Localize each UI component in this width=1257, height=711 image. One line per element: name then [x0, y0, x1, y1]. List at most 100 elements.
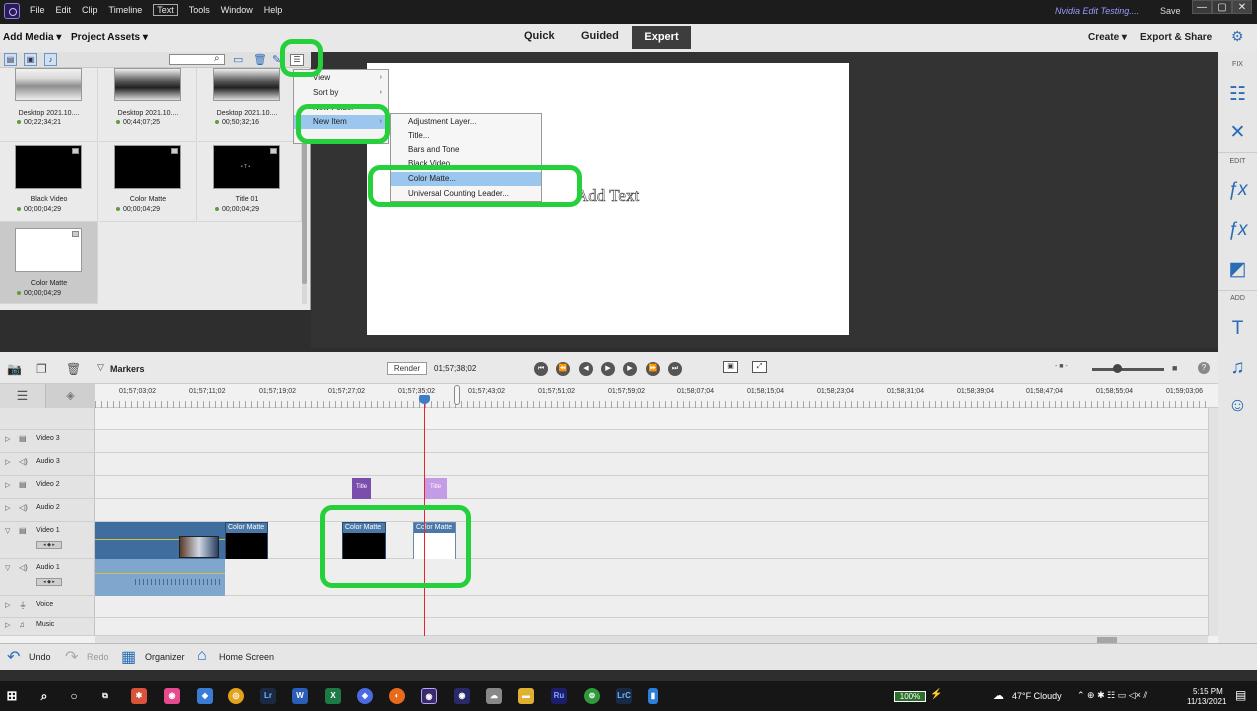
battery-indicator[interactable]: 100% — [894, 691, 926, 702]
track-voice[interactable]: ▷ ⏚ Voice — [0, 596, 1208, 618]
organizer-button[interactable]: Organizer — [145, 652, 185, 662]
filter-audio-icon[interactable]: ♪ — [44, 53, 57, 66]
asset-item-selected[interactable]: Color Matte 00;00;04;29 — [0, 222, 98, 304]
new-folder-icon[interactable]: ▭ — [233, 53, 243, 66]
playhead-handle[interactable] — [419, 395, 430, 404]
app-icon[interactable]: ◈ — [357, 688, 373, 704]
lightroom-classic-icon[interactable]: LrC — [616, 688, 632, 704]
task-view-icon[interactable]: ⧉ — [97, 688, 113, 704]
transition-icon[interactable]: ◩ — [1218, 258, 1257, 281]
search-icon[interactable]: ⌕ — [36, 688, 52, 704]
app-icon[interactable]: ◉ — [164, 688, 180, 704]
camera-icon[interactable]: 📷 — [7, 362, 22, 376]
zoom-out-icon[interactable]: - ■ - — [1055, 363, 1068, 370]
markers-label[interactable]: Markers — [110, 364, 145, 374]
asset-item[interactable]: Desktop 2021.10.... 00;22;34;21 — [0, 68, 98, 142]
app-icon[interactable]: ⊜ — [584, 688, 600, 704]
fullscreen-icon[interactable]: ⤢ — [752, 361, 767, 373]
delete-icon[interactable]: 🗑 — [253, 53, 267, 66]
video-clip-desktop[interactable] — [95, 522, 225, 559]
track-video-3[interactable]: ▷ ▤ Video 3 — [0, 430, 1208, 453]
help-icon[interactable]: ? — [1198, 362, 1210, 374]
zoom-in-icon[interactable]: ■ — [1172, 363, 1177, 373]
monitor-title-text[interactable]: Add Text — [576, 186, 640, 206]
menu-edit[interactable]: Edit — [56, 5, 72, 16]
graphics-icon[interactable]: ☺ — [1218, 395, 1257, 417]
clock-time[interactable]: 5:15 PM — [1193, 687, 1223, 696]
go-to-start-icon[interactable]: ⏮ — [534, 362, 548, 376]
menu-timeline[interactable]: Timeline — [109, 5, 143, 16]
trash-icon[interactable]: 🗑 — [66, 362, 81, 376]
tab-expert[interactable]: Expert — [632, 26, 691, 49]
color-matte-clip[interactable]: Color Matte — [225, 522, 268, 559]
expand-icon[interactable]: ▷ — [5, 481, 10, 489]
file-explorer-icon[interactable]: ▬ — [518, 688, 534, 704]
menu-help[interactable]: Help — [264, 5, 283, 16]
menu-clip[interactable]: Clip — [82, 5, 98, 16]
menu-file[interactable]: File — [30, 5, 45, 16]
timeline-vertical-scrollbar[interactable] — [1208, 408, 1218, 636]
lightroom-icon[interactable]: Lr — [260, 688, 276, 704]
filter-image-icon[interactable]: ▣ — [24, 53, 37, 66]
home-screen-button[interactable]: Home Screen — [219, 652, 274, 662]
menu-tools[interactable]: Tools — [189, 5, 210, 16]
frame-back-icon[interactable]: ◀ — [579, 362, 593, 376]
fx-edit-icon[interactable]: ƒx — [1218, 179, 1257, 201]
maximize-button[interactable]: ▢ — [1212, 0, 1232, 14]
power-icon[interactable]: ⚡ — [930, 689, 942, 700]
zoom-slider-knob[interactable] — [1113, 364, 1122, 373]
rush-icon[interactable]: Ru — [551, 688, 567, 704]
title-text-icon[interactable]: T — [1218, 318, 1257, 340]
timeline-ruler[interactable]: ☰ ◈ 01;57;03;02 01;57;11;02 01;57;19;02 01;… — [0, 384, 1218, 408]
step-back-icon[interactable]: ⏪ — [556, 362, 570, 376]
redo-icon[interactable]: ↷ — [65, 647, 78, 667]
adjust-sliders-icon[interactable]: ☷ — [1218, 83, 1257, 106]
audio-clip[interactable] — [95, 559, 225, 596]
asset-item[interactable]: Color Matte 00;00;04;29 — [99, 142, 197, 222]
track-options-icon[interactable]: ☰ — [0, 384, 46, 408]
save-button[interactable]: Save — [1160, 6, 1181, 16]
word-icon[interactable]: W — [292, 688, 308, 704]
project-assets-button[interactable]: Project Assets ▾ — [71, 32, 148, 43]
audio-waveform-icon[interactable]: ◈ — [46, 384, 95, 408]
play-icon[interactable]: ▶ — [601, 362, 615, 376]
render-button[interactable]: Render — [387, 362, 427, 375]
premiere-elements-icon[interactable]: ◉ — [421, 688, 437, 704]
tab-quick[interactable]: Quick — [524, 30, 555, 42]
clock-date[interactable]: 11/13/2021 — [1187, 697, 1226, 706]
marker-icon[interactable]: ▽ — [97, 362, 104, 373]
system-tray-icons[interactable]: ⌃ ⊕ ✱ ☷ ▭ ◁× ⫽ — [1077, 690, 1147, 701]
gear-icon[interactable]: ⚙ — [1231, 28, 1244, 45]
tools-icon[interactable]: ✕ — [1218, 121, 1257, 144]
app-icon[interactable]: ✱ — [131, 688, 147, 704]
add-media-button[interactable]: Add Media ▾ — [3, 32, 61, 43]
zoom-slider[interactable] — [1092, 368, 1164, 371]
expand-icon[interactable]: ▷ — [5, 601, 10, 609]
undo-icon[interactable]: ↶ — [7, 647, 20, 667]
app-icon[interactable]: ◆ — [197, 688, 213, 704]
app-icon[interactable]: ☁ — [486, 688, 502, 704]
undo-button[interactable]: Undo — [29, 652, 51, 662]
expand-icon[interactable]: ▷ — [5, 504, 10, 512]
track-keyframe-controls[interactable]: ◂ ◆ ▸ — [36, 541, 62, 549]
submenu-adjustment-layer[interactable]: Adjustment Layer... — [391, 115, 541, 129]
track-keyframe-controls[interactable]: ◂ ◆ ▸ — [36, 578, 62, 586]
windows-start-icon[interactable]: ⊞ — [4, 688, 20, 704]
step-forward-icon[interactable]: ⏩ — [646, 362, 660, 376]
copy-icon[interactable]: ❐ — [36, 362, 47, 376]
search-icon[interactable]: ⌕ — [214, 53, 220, 64]
excel-icon[interactable]: X — [325, 688, 341, 704]
cortana-icon[interactable]: ○ — [66, 688, 82, 704]
submenu-bars-and-tone[interactable]: Bars and Tone — [391, 143, 541, 157]
collapse-icon[interactable]: ▽ — [5, 527, 10, 535]
app-icon[interactable]: ◐ — [389, 688, 405, 704]
minimize-button[interactable]: — — [1192, 0, 1212, 14]
collapse-icon[interactable]: ▽ — [5, 564, 10, 572]
notification-icon[interactable]: ▤ — [1235, 688, 1246, 702]
create-button[interactable]: Create ▾ — [1088, 32, 1127, 43]
submenu-title[interactable]: Title... — [391, 129, 541, 143]
safe-margin-icon[interactable]: ▣ — [723, 361, 738, 373]
expand-icon[interactable]: ▷ — [5, 435, 10, 443]
filter-video-icon[interactable]: ▤ — [4, 53, 17, 66]
weather-text[interactable]: 47°F Cloudy — [1012, 691, 1062, 701]
